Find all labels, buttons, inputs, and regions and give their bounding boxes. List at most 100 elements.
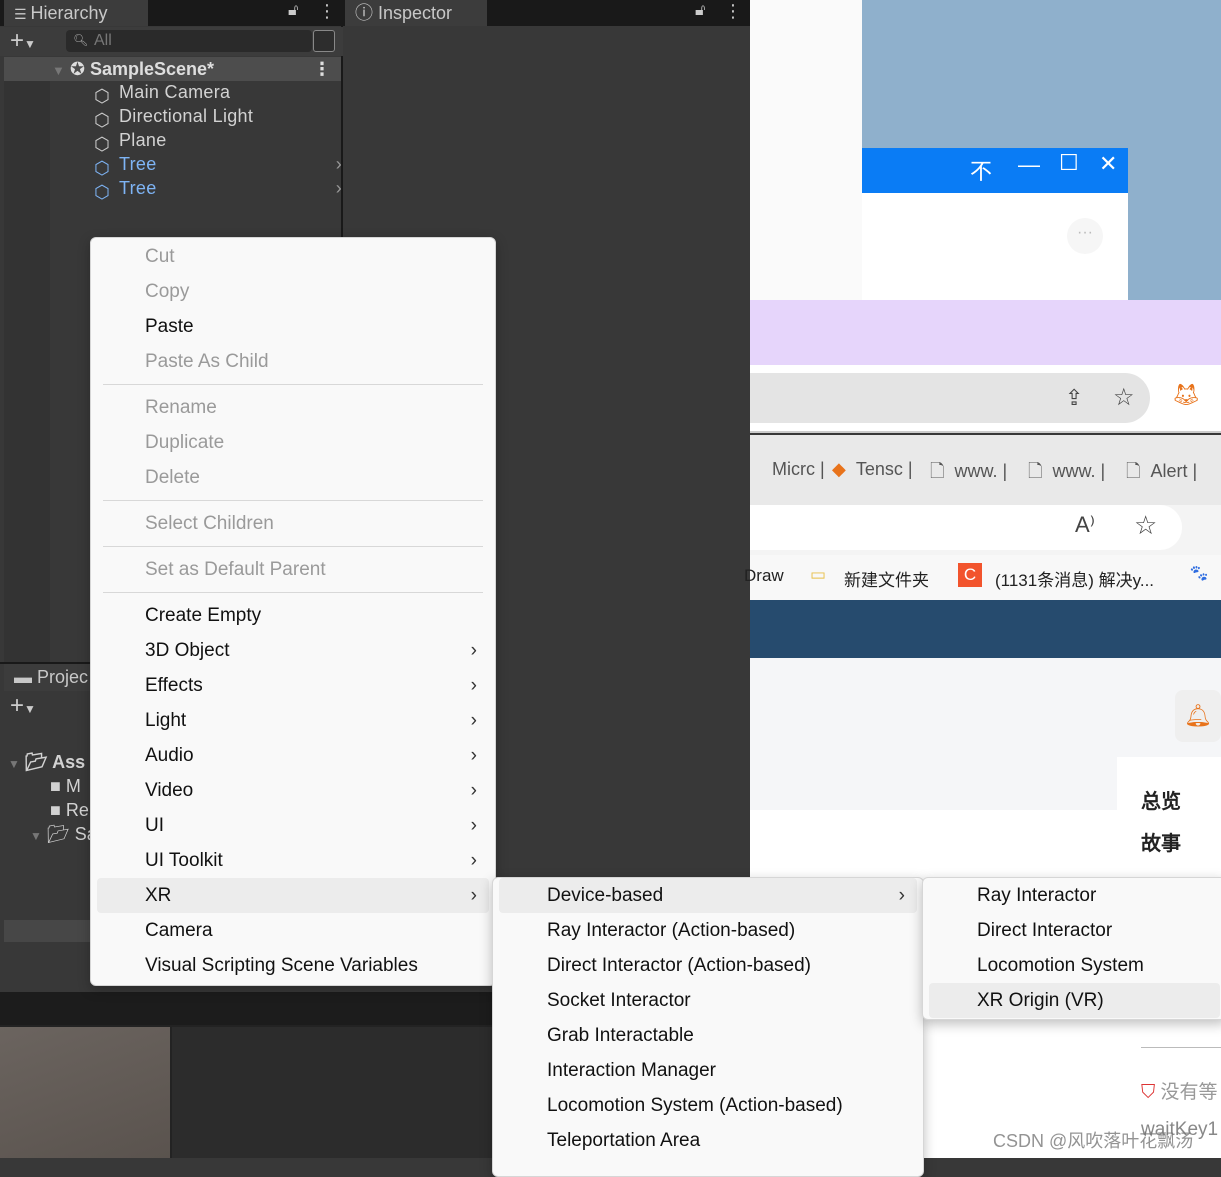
menu-item-label: UI xyxy=(145,815,164,836)
sidebar-item[interactable]: 故事 xyxy=(1141,827,1181,856)
share-icon[interactable]: ⇪ xyxy=(1065,385,1083,411)
hierarchy-item[interactable]: ⬡ Main Camera xyxy=(94,80,342,106)
chevron-right-icon[interactable]: › xyxy=(336,152,342,176)
menu-item-xr-origin-vr[interactable]: XR Origin (VR) xyxy=(929,983,1220,1018)
baidu-paw-icon[interactable]: 🐾︎ xyxy=(1188,564,1210,584)
menu-item-copy[interactable]: Copy xyxy=(97,274,489,309)
scene-row[interactable]: ▼ ✪ SampleScene* ⋮ xyxy=(4,57,341,81)
bookmark-folder[interactable]: 新建文件夹 xyxy=(844,566,929,591)
hierarchy-item[interactable]: ⬡ Directional Light xyxy=(94,104,342,130)
hierarchy-item[interactable]: ⬡ Plane xyxy=(94,128,342,154)
bell-icon[interactable]: 🔔︎ xyxy=(1175,690,1221,742)
menu-item-video[interactable]: Video › xyxy=(97,773,489,808)
context-menu: Cut Copy Paste Paste As Child Rename Duplicat… xyxy=(90,237,496,986)
menu-item-ray-interactor[interactable]: Ray Interactor xyxy=(929,878,1220,913)
tab-hierarchy[interactable]: ☰ Hierarchy xyxy=(4,0,148,27)
item-label: Plane xyxy=(119,130,167,150)
menu-item-device-based[interactable]: Device-based › xyxy=(499,878,917,913)
tab-label: Projec xyxy=(37,667,89,687)
menu-item-teleportation-area[interactable]: Teleportation Area xyxy=(499,1123,917,1158)
menu-item-label: Paste xyxy=(145,316,194,337)
menu-item-visual-scripting-scene-variables[interactable]: Visual Scripting Scene Variables xyxy=(97,948,489,983)
tensorflow-icon: ◆ xyxy=(832,459,846,479)
menu-item-camera[interactable]: Camera xyxy=(97,913,489,948)
browser-tab[interactable]: 🗋 www. | xyxy=(930,459,1007,489)
lock-icon[interactable]: 🔓︎ xyxy=(695,2,705,20)
menu-item-set-as-default-parent[interactable]: Set as Default Parent xyxy=(97,552,489,587)
menu-item-audio[interactable]: Audio › xyxy=(97,738,489,773)
bookmark[interactable]: (1131条消息) 解决y... xyxy=(995,566,1154,591)
menu-item-ui-toolkit[interactable]: UI Toolkit › xyxy=(97,843,489,878)
hierarchy-item[interactable]: ⬡ Tree › xyxy=(94,152,342,178)
more-icon[interactable]: ⋮ xyxy=(318,1,336,22)
menu-item-create-empty[interactable]: Create Empty xyxy=(97,598,489,633)
menu-item-ray-interactor-action-based[interactable]: Ray Interactor (Action-based) xyxy=(499,913,917,948)
menu-separator xyxy=(103,500,483,501)
metamask-fox-icon[interactable]: 🦊︎ xyxy=(1172,382,1200,408)
pin-icon[interactable]: 不 xyxy=(970,154,992,186)
chevron-right-icon[interactable]: › xyxy=(336,176,342,200)
menu-item-locomotion-system[interactable]: Locomotion System xyxy=(929,948,1220,983)
add-button[interactable]: +▼ xyxy=(10,692,36,720)
address-bar[interactable] xyxy=(750,373,1150,423)
browser-tab[interactable]: Micrc | xyxy=(772,459,825,480)
browser-toolbar-2: A⁾ ☆ xyxy=(750,505,1221,555)
project-item[interactable]: ■ M xyxy=(50,776,81,797)
hierarchy-item[interactable]: ⬡ Tree › xyxy=(94,176,342,202)
browser-tab[interactable]: ◆ Tensc | xyxy=(832,459,913,480)
scene-visibility-button[interactable] xyxy=(313,30,335,52)
browser-tab[interactable]: 🗋 www. | xyxy=(1028,459,1105,489)
menu-item-interaction-manager[interactable]: Interaction Manager xyxy=(499,1053,917,1088)
lock-icon[interactable]: 🔓︎ xyxy=(288,2,298,20)
maximize-icon[interactable]: ☐ xyxy=(1059,150,1079,176)
menu-item-effects[interactable]: Effects › xyxy=(97,668,489,703)
menu-item-paste-as-child[interactable]: Paste As Child xyxy=(97,344,489,379)
menu-item-xr[interactable]: XR › xyxy=(97,878,489,913)
hierarchy-gutter xyxy=(4,81,50,662)
add-button[interactable]: +▼ xyxy=(10,27,36,55)
more-icon[interactable]: ⋮ xyxy=(313,57,331,81)
menu-item-ui[interactable]: UI › xyxy=(97,808,489,843)
menu-item-3d-object[interactable]: 3D Object › xyxy=(97,633,489,668)
tab-label: Inspector xyxy=(378,3,453,23)
menu-item-select-children[interactable]: Select Children xyxy=(97,506,489,541)
menu-item-locomotion-system-action-based[interactable]: Locomotion System (Action-based) xyxy=(499,1088,917,1123)
menu-item-paste[interactable]: Paste xyxy=(97,309,489,344)
more-icon[interactable]: ··· xyxy=(1067,218,1103,254)
chevron-right-icon: › xyxy=(898,885,905,906)
minimize-icon[interactable]: — xyxy=(1018,152,1040,178)
menu-item-light[interactable]: Light › xyxy=(97,703,489,738)
star-icon[interactable]: ☆ xyxy=(1113,383,1135,412)
menu-item-rename[interactable]: Rename xyxy=(97,390,489,425)
favorite-icon[interactable]: ☆ xyxy=(1134,510,1157,541)
read-aloud-icon[interactable]: A⁾ xyxy=(1075,512,1095,538)
file-error-icon: 🗋 xyxy=(1028,461,1043,481)
browser-tab[interactable]: 🗋 Alert | xyxy=(1126,459,1197,489)
search-input[interactable]: All xyxy=(66,30,312,52)
menu-item-direct-interactor-action-based[interactable]: Direct Interactor (Action-based) xyxy=(499,948,917,983)
project-item[interactable]: ▼ 📂︎ Sa xyxy=(30,824,97,845)
project-item[interactable]: ■ Re xyxy=(50,800,89,821)
tab-inspector[interactable]: ⓘ Inspector xyxy=(345,0,487,27)
xr-submenu: Device-based › Ray Interactor (Action-base… xyxy=(492,877,924,1177)
menu-item-label: Duplicate xyxy=(145,432,225,453)
menu-item-label: Rename xyxy=(145,397,217,418)
menu-item-label: Copy xyxy=(145,281,190,302)
menu-item-grab-interactable[interactable]: Grab Interactable xyxy=(499,1018,917,1053)
bookmark[interactable]: Draw xyxy=(744,566,784,586)
close-icon[interactable]: ✕ xyxy=(1099,151,1117,177)
menu-item-cut[interactable]: Cut xyxy=(97,239,489,274)
menu-item-label: Delete xyxy=(145,467,200,488)
menu-item-delete[interactable]: Delete xyxy=(97,460,489,495)
menu-item-duplicate[interactable]: Duplicate xyxy=(97,425,489,460)
menu-item-socket-interactor[interactable]: Socket Interactor xyxy=(499,983,917,1018)
menu-item-direct-interactor[interactable]: Direct Interactor xyxy=(929,913,1220,948)
more-icon[interactable]: ⋮ xyxy=(724,1,742,22)
tab-project[interactable]: ▬ Projec xyxy=(4,664,104,691)
address-bar[interactable] xyxy=(750,505,1182,550)
chevron-right-icon: › xyxy=(470,885,477,906)
sidebar-item[interactable]: 总览 xyxy=(1141,785,1181,814)
badge-row: ⛉ 没有等 xyxy=(1141,1077,1218,1104)
menu-item-label: UI Toolkit xyxy=(145,850,223,871)
project-item-assets[interactable]: ▼ 📂︎ Ass xyxy=(8,752,85,773)
